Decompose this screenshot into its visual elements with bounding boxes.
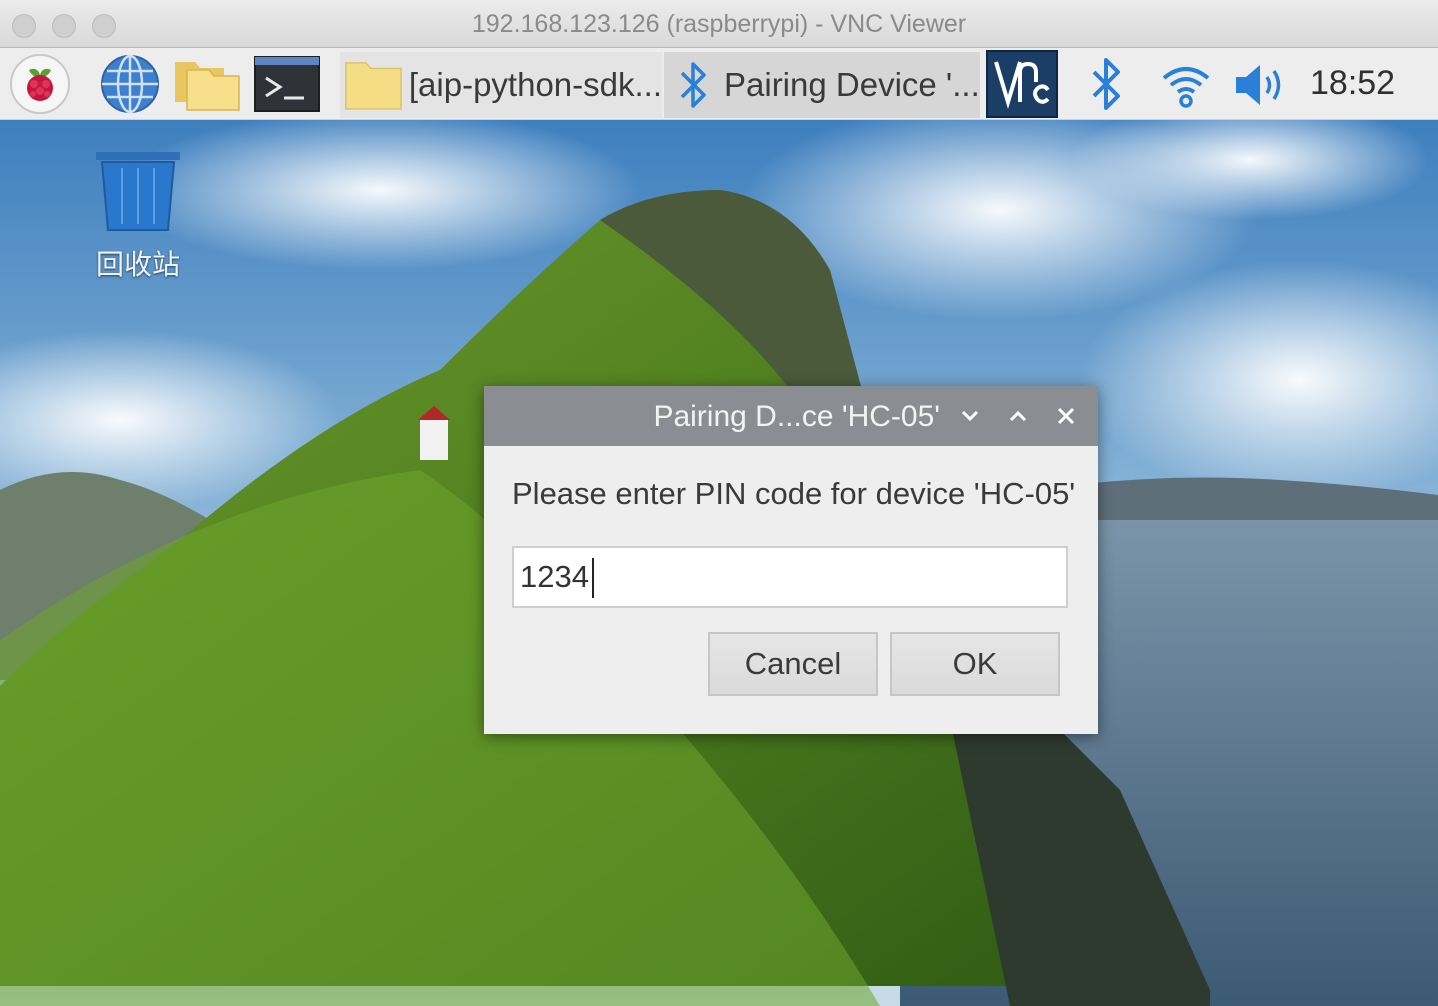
cancel-button[interactable]: Cancel [708,632,878,696]
pin-prompt-label: Please enter PIN code for device 'HC-05' [512,476,1076,511]
dialog-title: Pairing D...ce 'HC-05' [653,400,940,433]
web-browser-icon [101,54,159,114]
terminal-button[interactable] [252,54,322,114]
trash-desktop-icon[interactable]: 回收站 [84,148,192,283]
taskbar-item-file-manager[interactable]: [aip-python-sdk... [340,52,662,118]
pin-input[interactable] [512,546,1068,608]
vnc-window-title: 192.168.123.126 (raspberrypi) - VNC View… [471,10,967,38]
raspberry-menu-button[interactable] [8,54,72,114]
chevron-down-icon [961,410,979,422]
bluetooth-tray-button[interactable] [1086,56,1130,112]
volume-icon [1236,65,1281,105]
text-caret [592,558,594,598]
dialog-titlebar[interactable]: Pairing D...ce 'HC-05' [484,386,1098,446]
trash-label: 回收站 [95,248,180,281]
dialog-maximize-button[interactable] [1002,400,1034,432]
ok-button[interactable]: OK [890,632,1060,696]
folder-icon [345,62,402,110]
bluetooth-icon [680,62,706,108]
volume-tray-button[interactable] [1232,60,1288,110]
vnc-window-titlebar: 192.168.123.126 (raspberrypi) - VNC View… [0,0,1438,48]
file-manager-icon [175,62,240,111]
dialog-minimize-button[interactable] [954,400,986,432]
chevron-up-icon [1009,410,1027,422]
taskbar-item-label: [aip-python-sdk... [408,66,662,103]
taskbar-item-label: Pairing Device '... [724,66,980,103]
bluetooth-icon [1092,58,1120,110]
vnc-server-tray-button[interactable] [986,50,1058,118]
web-browser-button[interactable] [98,54,162,114]
pairing-dialog: Pairing D...ce 'HC-05' Please enter PIN … [484,386,1098,734]
file-manager-button[interactable] [172,54,242,114]
terminal-icon [254,56,320,112]
wifi-tray-button[interactable] [1160,60,1212,110]
taskbar-item-pairing-device[interactable]: Pairing Device '... [664,52,980,118]
vnc-icon [994,61,1050,109]
trash-icon [96,152,180,231]
raspberry-menu-icon [10,54,70,114]
wifi-icon [1162,67,1210,108]
panel-clock[interactable]: 18:52 [1310,64,1395,103]
dialog-close-button[interactable] [1050,400,1082,432]
top-panel: [aip-python-sdk... Pairing Device '... 1… [0,48,1438,120]
close-icon [1057,407,1075,425]
